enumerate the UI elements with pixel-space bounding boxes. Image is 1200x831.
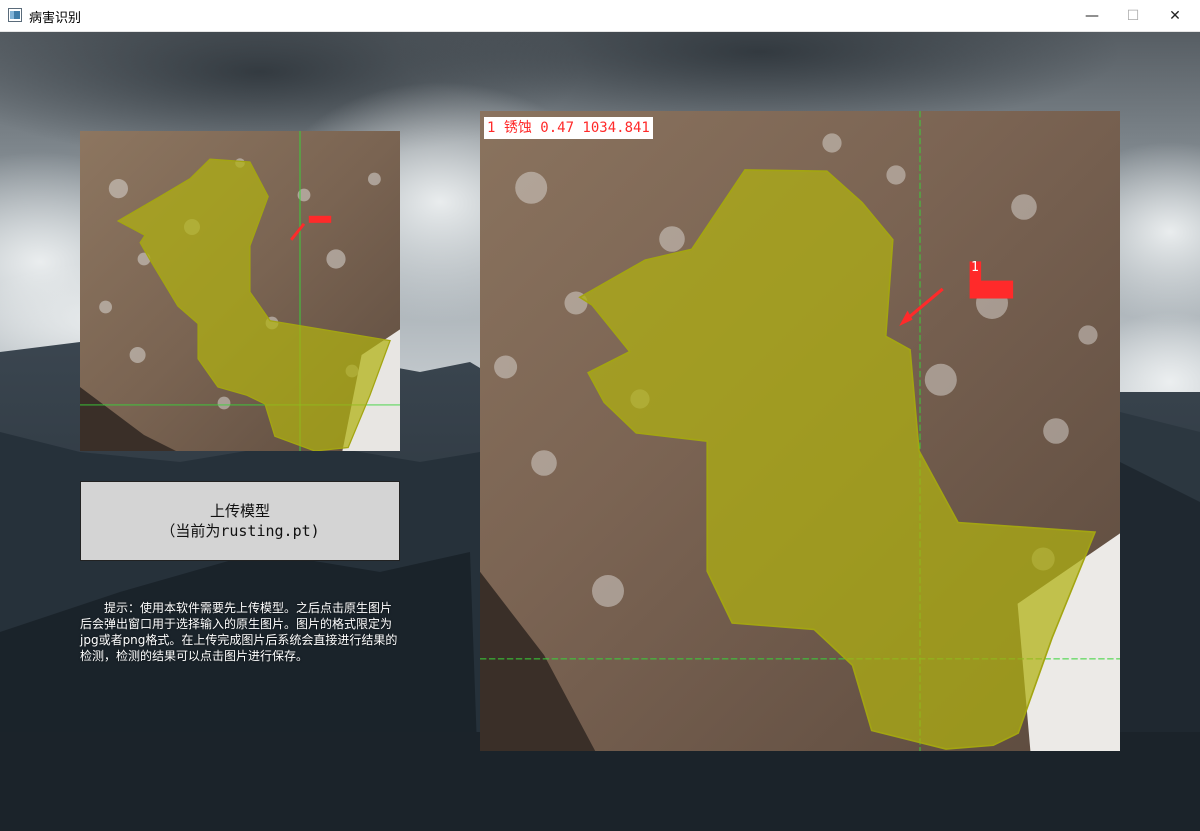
result-image: [480, 111, 1120, 751]
minimize-icon: —: [1085, 7, 1099, 24]
window-titlebar: 病害识别 — ☐ ✕: [0, 0, 1200, 32]
original-image-panel[interactable]: [80, 131, 400, 451]
window-title: 病害识别: [29, 11, 82, 26]
minimize-button[interactable]: —: [1069, 0, 1115, 31]
detection-label: 1 锈蚀 0.47 1034.841: [484, 117, 653, 139]
app-window-icon: [8, 8, 22, 22]
maximize-button[interactable]: ☐: [1110, 0, 1156, 31]
upload-model-button[interactable]: 上传模型 （当前为rusting.pt): [80, 481, 400, 561]
close-icon: ✕: [1169, 7, 1181, 24]
upload-model-label: 上传模型: [209, 502, 270, 520]
result-image-panel[interactable]: 1 锈蚀 0.47 1034.841 1: [480, 111, 1120, 751]
maximize-icon: ☐: [1126, 7, 1140, 24]
detection-marker: 1: [971, 260, 979, 275]
usage-hint: 提示：使用本软件需要先上传模型。之后点击原生图片后会弹出窗口用于选择输入的原生图…: [80, 601, 398, 663]
original-image: [80, 131, 400, 451]
close-button[interactable]: ✕: [1152, 0, 1198, 31]
current-model-label: （当前为rusting.pt): [160, 522, 320, 540]
